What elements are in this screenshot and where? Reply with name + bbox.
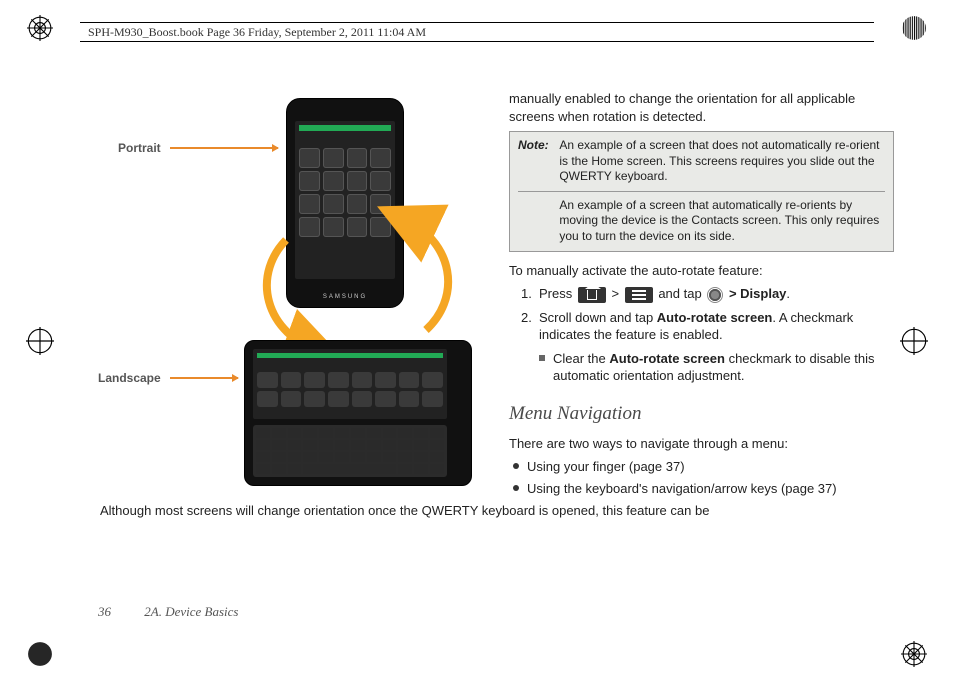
step-1-number: 1.: [521, 285, 539, 303]
portrait-label: Portrait: [118, 140, 161, 156]
portrait-callout-line: [170, 147, 278, 149]
side-target-right: [900, 327, 928, 355]
crop-mark-bottom-left: [26, 640, 54, 668]
step-2-sub-bold: Auto-rotate screen: [609, 351, 725, 366]
menu-bullets: Using your finger (page 37) Using the ke…: [513, 458, 894, 497]
phone-portrait-illustration: SAMSUNG: [286, 98, 404, 308]
bullet-dot-icon: [513, 463, 519, 469]
menu-bullet-1-text: Using your finger (page 37): [527, 458, 685, 476]
menu-intro: There are two ways to navigate through a…: [509, 435, 894, 453]
right-column: manually enabled to change the orientati…: [509, 90, 894, 602]
menu-bullet-2: Using the keyboard's navigation/arrow ke…: [513, 480, 894, 498]
settings-gear-icon: [707, 287, 723, 303]
step-1-text-a: Press: [539, 286, 572, 301]
page-content: Portrait SAMSUNG: [100, 90, 894, 602]
note-divider: [518, 191, 885, 192]
landscape-label: Landscape: [98, 370, 161, 386]
phone-landscape-illustration: [244, 340, 472, 486]
note-body-2: An example of a screen that automaticall…: [559, 198, 882, 245]
crop-mark-top-right: [900, 14, 928, 42]
side-target-left: [26, 327, 54, 355]
section-title: 2A. Device Basics: [144, 604, 238, 619]
activate-lead: To manually activate the auto-rotate fea…: [509, 262, 894, 280]
menu-navigation-heading: Menu Navigation: [509, 401, 894, 427]
home-icon: [578, 287, 606, 303]
steps-list: 1. Press > and tap > Display. 2. Scroll …: [521, 285, 894, 389]
running-head: SPH-M930_Boost.book Page 36 Friday, Sept…: [88, 25, 426, 40]
intro-continued: manually enabled to change the orientati…: [509, 90, 894, 125]
step-2-text-a: Scroll down and tap: [539, 310, 657, 325]
orientation-figure: Portrait SAMSUNG: [136, 90, 485, 490]
note-body-1: An example of a screen that does not aut…: [559, 138, 882, 185]
step-1-end: .: [786, 286, 790, 301]
landscape-callout-line: [170, 377, 238, 379]
step-2-bold: Auto-rotate screen: [657, 310, 773, 325]
step-2-sub-a: Clear the: [553, 351, 609, 366]
step-2-number: 2.: [521, 309, 539, 389]
square-bullet-icon: [539, 355, 545, 361]
bullet-dot-icon: [513, 485, 519, 491]
page-footer: 36 2A. Device Basics: [98, 604, 238, 620]
phone-brand: SAMSUNG: [287, 293, 403, 301]
step-1-gt-2: >: [729, 286, 737, 301]
step-1-display: Display: [740, 286, 786, 301]
menu-bullet-1: Using your finger (page 37): [513, 458, 894, 476]
menu-icon: [625, 287, 653, 303]
figure-caption: Although most screens will change orient…: [100, 502, 894, 520]
note-box: Note: An example of a screen that does n…: [509, 131, 894, 252]
crop-mark-bottom-right: [900, 640, 928, 668]
step-1-text-b: and tap: [658, 286, 701, 301]
note-label: Note:: [518, 138, 556, 154]
step-1: 1. Press > and tap > Display.: [521, 285, 894, 303]
step-1-gt-1: >: [611, 286, 619, 301]
crop-mark-top-left: [26, 14, 54, 42]
left-column: Portrait SAMSUNG: [100, 90, 485, 602]
page-number: 36: [98, 604, 111, 619]
step-2: 2. Scroll down and tap Auto-rotate scree…: [521, 309, 894, 389]
menu-bullet-2-text: Using the keyboard's navigation/arrow ke…: [527, 480, 837, 498]
